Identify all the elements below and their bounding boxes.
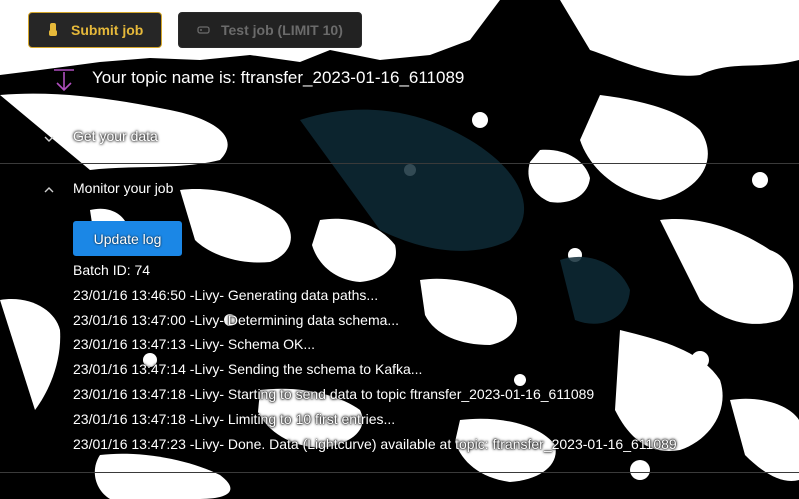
batch-id-text: Batch ID: 74 — [73, 262, 151, 278]
log-line: 23/01/16 13:47:18 -Livy- Limiting to 10 … — [73, 410, 396, 427]
job-log: Batch ID: 74 23/01/16 13:46:50 -Livy- Ge… — [73, 258, 677, 456]
log-line: 23/01/16 13:47:14 -Livy- Sending the sch… — [73, 361, 423, 378]
section-monitor-header[interactable]: Monitor your job — [73, 180, 173, 196]
section-get-data-header[interactable]: Get your data — [73, 128, 158, 144]
chevron-up-icon[interactable] — [42, 183, 56, 197]
submit-job-button[interactable]: Submit job — [28, 12, 162, 48]
download-arrow-icon — [52, 68, 76, 96]
update-log-button[interactable]: Update log — [73, 221, 182, 256]
log-line: 23/01/16 13:46:50 -Livy- Generating data… — [73, 286, 379, 303]
log-line: 23/01/16 13:47:18 -Livy- Starting to sen… — [73, 385, 595, 402]
ftransfer-panel: Submit job Test job (LIMIT 10) Your topi… — [0, 0, 799, 499]
test-job-label: Test job (LIMIT 10) — [221, 22, 343, 38]
tag-icon — [197, 22, 213, 38]
submit-job-label: Submit job — [71, 22, 144, 38]
topic-name-text: Your topic name is: ftransfer_2023-01-16… — [92, 68, 465, 87]
log-line: 23/01/16 13:47:00 -Livy- Determining dat… — [73, 311, 400, 328]
log-line: 23/01/16 13:47:23 -Livy- Done. Data (Lig… — [73, 435, 677, 452]
chevron-down-icon[interactable] — [42, 132, 56, 146]
section-divider — [0, 163, 799, 164]
hand-icon — [47, 21, 63, 40]
test-job-button[interactable]: Test job (LIMIT 10) — [178, 12, 362, 48]
log-line: 23/01/16 13:47:13 -Livy- Schema OK... — [73, 336, 316, 353]
section-divider — [0, 472, 799, 473]
